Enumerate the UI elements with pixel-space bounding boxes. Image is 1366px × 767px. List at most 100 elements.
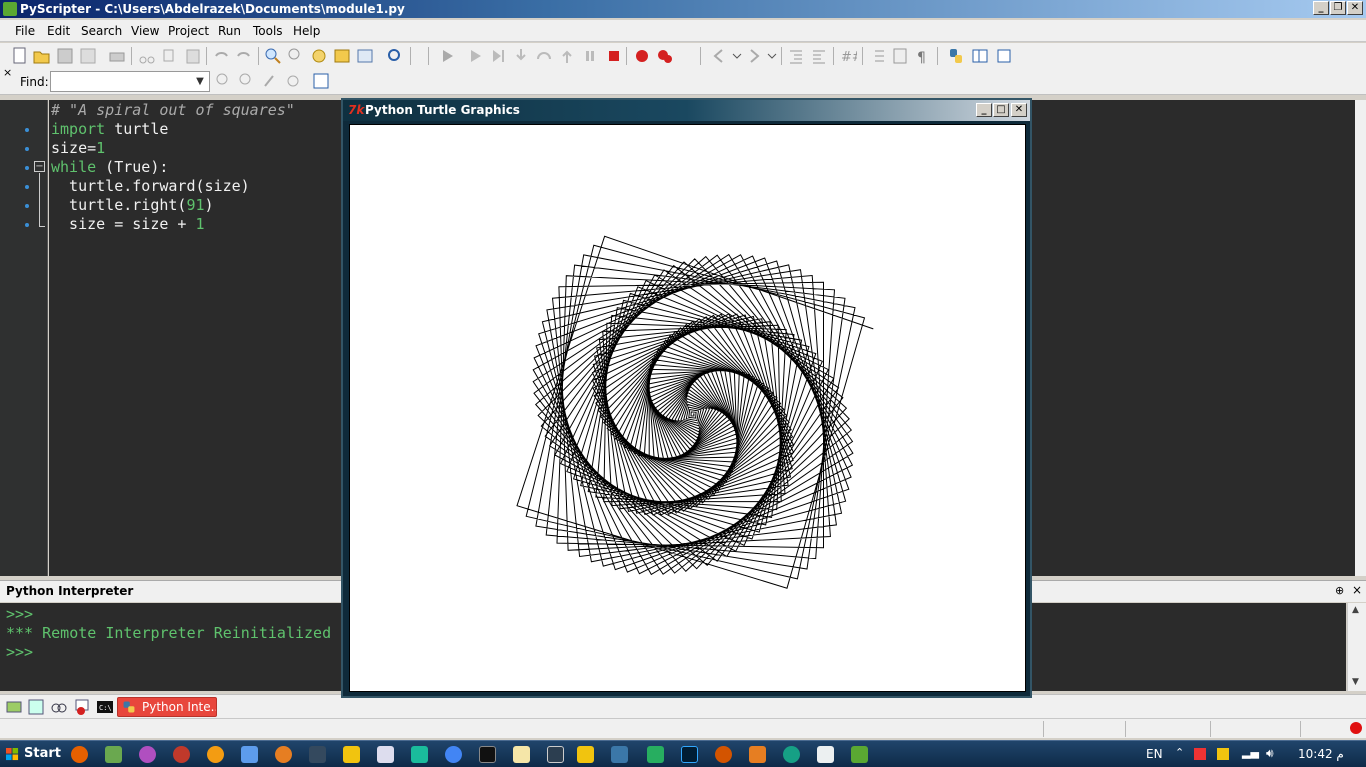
menu-edit[interactable]: Edit: [47, 24, 70, 38]
find-icon[interactable]: [264, 47, 282, 65]
photoshop-icon[interactable]: [681, 746, 698, 763]
goto-line-icon[interactable]: [356, 47, 374, 65]
find-previous-icon[interactable]: [215, 72, 233, 90]
breakpoints-tab-icon[interactable]: [73, 698, 91, 716]
menu-project[interactable]: Project: [168, 24, 209, 38]
tray-notification-icon[interactable]: [1217, 748, 1229, 760]
step-out-icon[interactable]: [558, 47, 576, 65]
clear-breakpoints-icon[interactable]: [656, 47, 674, 65]
redo-icon[interactable]: [235, 47, 253, 65]
app-icon-22[interactable]: [783, 746, 800, 763]
menu-search[interactable]: Search: [81, 24, 122, 38]
tray-app-icon[interactable]: [1194, 748, 1206, 760]
turtle-close-button[interactable]: ✕: [1011, 103, 1027, 117]
copy-icon[interactable]: [161, 47, 179, 65]
window-title-bar[interactable]: PyScripter - C:\Users\Abdelrazek\Documen…: [0, 0, 1366, 18]
layout-icon[interactable]: [971, 47, 989, 65]
app-icon-21[interactable]: [749, 746, 766, 763]
chevron-down-icon[interactable]: ▼: [192, 73, 208, 90]
paste-icon[interactable]: [184, 47, 202, 65]
find-next-small-icon[interactable]: [238, 72, 256, 90]
scroll-up-icon[interactable]: ▲: [1352, 605, 1359, 615]
save-icon[interactable]: [56, 47, 74, 65]
highlight-icon[interactable]: [261, 72, 279, 90]
app-icon-11[interactable]: [411, 746, 428, 763]
forward-icon[interactable]: [745, 47, 763, 65]
replace-mode-icon[interactable]: [312, 72, 330, 90]
app-icon-3[interactable]: [139, 746, 156, 763]
pin-icon[interactable]: ⊕: [1335, 584, 1344, 597]
fold-toggle-icon[interactable]: −: [34, 161, 45, 172]
turtle-canvas[interactable]: [349, 124, 1026, 692]
debug-icon[interactable]: [466, 47, 484, 65]
find-options-icon[interactable]: [284, 72, 302, 90]
step-into-icon[interactable]: [512, 47, 530, 65]
new-file-icon[interactable]: [11, 47, 29, 65]
word-wrap-icon[interactable]: [891, 47, 909, 65]
replace-icon[interactable]: [310, 47, 328, 65]
variables-tab-icon[interactable]: [27, 698, 45, 716]
folder-icon[interactable]: [577, 746, 594, 763]
volume-icon[interactable]: 🔊︎: [1266, 746, 1274, 761]
app-icon-15[interactable]: [547, 746, 564, 763]
file-explorer-icon[interactable]: [343, 746, 360, 763]
output-tab-icon[interactable]: C:\: [96, 698, 114, 716]
app-icon-7[interactable]: [275, 746, 292, 763]
run-icon[interactable]: [438, 47, 456, 65]
app-icon-18[interactable]: [647, 746, 664, 763]
special-chars-icon[interactable]: ¶: [914, 47, 932, 65]
find-input[interactable]: [50, 71, 210, 92]
menu-view[interactable]: View: [131, 24, 159, 38]
step-over-icon[interactable]: [535, 47, 553, 65]
close-find-icon[interactable]: ×: [3, 66, 12, 79]
app-icon-6[interactable]: [241, 746, 258, 763]
print-icon[interactable]: [108, 47, 126, 65]
tab-python-interpreter[interactable]: Python Inte...: [117, 697, 217, 717]
forward-dropdown-icon[interactable]: [763, 47, 781, 65]
firefox-icon[interactable]: [71, 746, 88, 763]
clock[interactable]: 10:42 م: [1298, 747, 1344, 761]
close-button[interactable]: ✕: [1347, 1, 1363, 15]
editor-scrollbar[interactable]: [1355, 100, 1366, 576]
network-icon[interactable]: ▂▄: [1242, 746, 1259, 759]
tray-up-icon[interactable]: ⌃: [1175, 746, 1184, 759]
minimize-button[interactable]: _: [1313, 1, 1329, 15]
app-icon-20[interactable]: [715, 746, 732, 763]
undo-icon[interactable]: [212, 47, 230, 65]
python-taskbar-icon[interactable]: [611, 746, 628, 763]
comment-icon[interactable]: ##: [839, 47, 857, 65]
open-folder-icon[interactable]: [33, 47, 51, 65]
abort-icon[interactable]: [605, 47, 623, 65]
close-panel-icon[interactable]: ×: [1352, 583, 1362, 597]
menu-file[interactable]: File: [15, 24, 35, 38]
toggle-breakpoint-icon[interactable]: [633, 47, 651, 65]
indent-icon[interactable]: [787, 47, 805, 65]
menu-help[interactable]: Help: [293, 24, 320, 38]
app-icon-23[interactable]: [817, 746, 834, 763]
find-in-files-icon[interactable]: [333, 47, 351, 65]
notepad-icon[interactable]: [377, 746, 394, 763]
app-icon-8[interactable]: [309, 746, 326, 763]
turtle-graphics-window[interactable]: 7k Python Turtle Graphics _ □ ✕: [341, 98, 1032, 698]
turtle-title-bar[interactable]: 7k Python Turtle Graphics _ □ ✕: [343, 100, 1030, 121]
python-version-icon[interactable]: [947, 47, 965, 65]
back-icon[interactable]: [710, 47, 728, 65]
dedent-icon[interactable]: [810, 47, 828, 65]
pyscripter-taskbar-icon[interactable]: [851, 746, 868, 763]
app-icon-14[interactable]: [513, 746, 530, 763]
watches-tab-icon[interactable]: [50, 698, 68, 716]
app-icon-4[interactable]: [173, 746, 190, 763]
cmd-icon[interactable]: [479, 746, 496, 763]
view-options-icon[interactable]: [996, 47, 1014, 65]
find-next-icon[interactable]: [287, 47, 305, 65]
scroll-down-icon[interactable]: ▼: [1352, 677, 1359, 687]
start-button[interactable]: Start: [2, 744, 61, 765]
pause-icon[interactable]: [581, 47, 599, 65]
interpreter-scrollbar[interactable]: ▲ ▼: [1347, 603, 1366, 691]
syntax-check-icon[interactable]: [386, 47, 404, 65]
restore-button[interactable]: ❐: [1330, 1, 1346, 15]
back-dropdown-icon[interactable]: [728, 47, 746, 65]
chrome-icon[interactable]: [445, 746, 462, 763]
language-indicator[interactable]: EN: [1146, 747, 1163, 761]
turtle-minimize-button[interactable]: _: [976, 103, 992, 117]
